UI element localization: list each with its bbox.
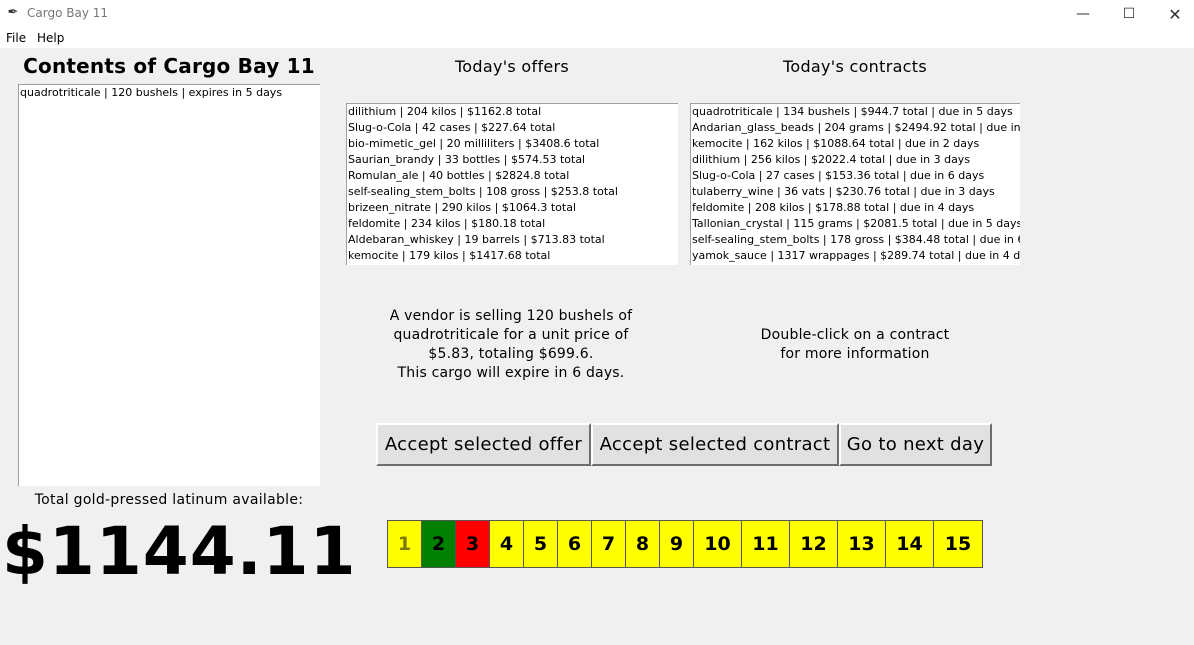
cargo-listbox[interactable]: quadrotriticale | 120 bushels | expires … (18, 84, 320, 486)
vendor-message-line: This cargo will expire in 6 days. (397, 365, 625, 381)
list-item[interactable]: Aldebaran_whiskey | 19 barrels | $713.83… (347, 232, 678, 248)
offers-title: Today's offers (454, 57, 570, 76)
list-item[interactable]: Slug-o-Cola | 27 cases | $153.36 total |… (691, 168, 1020, 184)
latinum-label: Total gold-pressed latinum available: (34, 492, 304, 508)
list-item[interactable]: feldomite | 234 kilos | $180.18 total (347, 216, 678, 232)
day-calendar: 1 2 3 4 5 6 7 8 9 10 11 12 13 14 15 (387, 520, 983, 568)
list-item[interactable]: tulaberry_wine | 36 vats | $230.76 total… (691, 184, 1020, 200)
list-item[interactable]: Andarian_glass_beads | 204 grams | $2494… (691, 120, 1020, 136)
day-cell: 8 (626, 521, 660, 567)
menu-bar: File Help (0, 28, 1194, 48)
menu-help[interactable]: Help (37, 31, 64, 45)
list-item[interactable]: dilithium | 256 kilos | $2022.4 total | … (691, 152, 1020, 168)
list-item[interactable]: kemocite | 179 kilos | $1417.68 total (347, 248, 678, 264)
list-item[interactable]: Slug-o-Cola | 42 cases | $227.64 total (347, 120, 678, 136)
feather-icon: ✒ (7, 5, 19, 20)
minimize-button[interactable]: — (1060, 0, 1106, 28)
day-cell: 6 (558, 521, 592, 567)
maximize-icon: ☐ (1122, 6, 1136, 22)
list-item[interactable]: yamok_sauce | 1317 wrappages | $289.74 t… (691, 248, 1020, 264)
title-bar: ✒ Cargo Bay 11 — ☐ ✕ (0, 0, 1194, 28)
minimize-icon: — (1076, 6, 1090, 22)
latinum-amount: $1144.11 (2, 513, 357, 590)
day-cell: 9 (660, 521, 694, 567)
day-cell: 13 (838, 521, 886, 567)
list-item[interactable]: Tallonian_crystal | 115 grams | $2081.5 … (691, 216, 1020, 232)
list-item[interactable]: self-sealing_stem_bolts | 108 gross | $2… (347, 184, 678, 200)
list-item[interactable]: self-sealing_stem_bolts | 178 gross | $3… (691, 232, 1020, 248)
day-cell: 15 (934, 521, 982, 567)
list-item[interactable]: brizeen_nitrate | 290 kilos | $1064.3 to… (347, 200, 678, 216)
day-cell: 2 (422, 521, 456, 567)
close-button[interactable]: ✕ (1152, 0, 1194, 28)
maximize-button[interactable]: ☐ (1106, 0, 1152, 28)
contracts-listbox[interactable]: quadrotriticale | 134 bushels | $944.7 t… (690, 103, 1020, 265)
vendor-message-line: quadrotriticale for a unit price of (393, 327, 629, 343)
contracts-title: Today's contracts (783, 57, 927, 76)
vendor-message: A vendor is selling 120 bushels of quadr… (370, 307, 652, 383)
window-title: Cargo Bay 11 (27, 6, 108, 20)
day-cell: 1 (388, 521, 422, 567)
menu-file[interactable]: File (6, 31, 26, 45)
hint-line: Double-click on a contract (760, 327, 950, 343)
vendor-message-line: $5.83, totaling $699.6. (428, 346, 594, 362)
list-item[interactable]: feldomite | 208 kilos | $178.88 total | … (691, 200, 1020, 216)
day-cell: 3 (456, 521, 490, 567)
list-item[interactable]: Romulan_ale | 40 bottles | $2824.8 total (347, 168, 678, 184)
list-item[interactable]: bio-mimetic_gel | 20 milliliters | $3408… (347, 136, 678, 152)
next-day-button[interactable]: Go to next day (839, 423, 992, 466)
hint-line: for more information (780, 346, 930, 362)
day-cell: 10 (694, 521, 742, 567)
contract-hint: Double-click on a contract for more info… (700, 326, 1010, 364)
list-item[interactable]: quadrotriticale | 120 bushels | expires … (19, 85, 320, 101)
list-item[interactable]: Saurian_brandy | 33 bottles | $574.53 to… (347, 152, 678, 168)
day-cell: 12 (790, 521, 838, 567)
day-cell: 5 (524, 521, 558, 567)
vendor-message-line: A vendor is selling 120 bushels of (389, 308, 633, 324)
list-item[interactable]: dilithium | 204 kilos | $1162.8 total (347, 104, 678, 120)
list-item[interactable]: quadrotriticale | 134 bushels | $944.7 t… (691, 104, 1020, 120)
accept-offer-button[interactable]: Accept selected offer (376, 423, 591, 466)
day-cell: 11 (742, 521, 790, 567)
cargo-bay-title: Contents of Cargo Bay 11 (23, 54, 315, 78)
list-item[interactable]: kemocite | 162 kilos | $1088.64 total | … (691, 136, 1020, 152)
day-cell: 4 (490, 521, 524, 567)
day-cell: 14 (886, 521, 934, 567)
day-cell: 7 (592, 521, 626, 567)
accept-contract-button[interactable]: Accept selected contract (591, 423, 839, 466)
offers-listbox[interactable]: dilithium | 204 kilos | $1162.8 total Slu… (346, 103, 678, 265)
close-icon: ✕ (1168, 4, 1182, 24)
